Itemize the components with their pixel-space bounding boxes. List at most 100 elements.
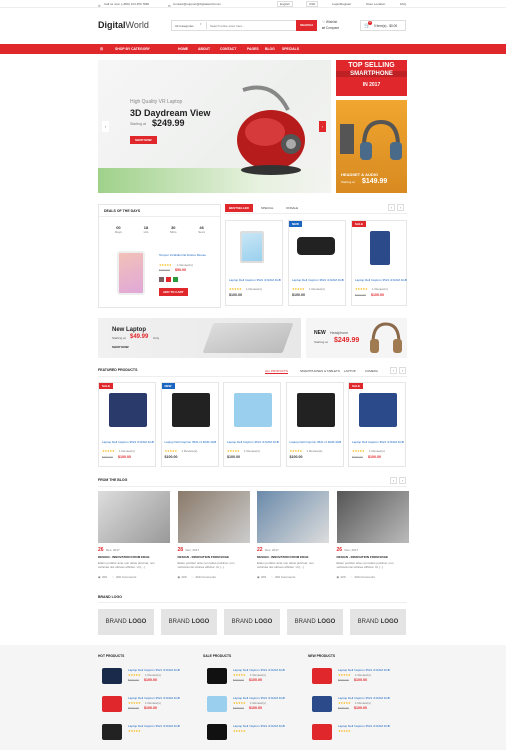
bottom-product-name[interactable]: Laptop Dell Inspiron 3521 i3 RAM 4GB — [128, 724, 198, 728]
nav-about[interactable]: ABOUT — [198, 47, 210, 51]
tab-bestseller[interactable]: BESTSELLER — [225, 204, 253, 212]
bottom-product-image[interactable] — [207, 724, 227, 740]
nav-pages[interactable]: PAGES — [247, 47, 259, 51]
nav-home[interactable]: HOME — [178, 47, 188, 51]
blog-image[interactable] — [336, 491, 409, 543]
blog-post[interactable]: 26 Dec, 2017 DESIGN - INNOVATION FROM EDGE… — [336, 491, 409, 583]
carousel-prev[interactable]: ‹ — [388, 204, 395, 211]
reviews: 1 Review(s) — [246, 287, 262, 291]
blog-image[interactable] — [177, 491, 250, 543]
product-name[interactable]: Laptop Dell Inspiron 3521 i3 RAM 4GB — [292, 278, 344, 282]
logo[interactable]: DigitalWorld — [98, 20, 149, 30]
slider-prev-arrow[interactable]: ‹ — [102, 121, 109, 132]
blog-post-title[interactable]: DESIGN - INNOVATION FROM EDGE — [98, 555, 150, 559]
slider-next-arrow[interactable]: › — [319, 121, 326, 132]
bottom-product-name[interactable]: Laptop Dell Inspiron 3521 i3 RAM 4GB — [233, 696, 303, 700]
headphone-banner[interactable]: NEW Headphone Starting at $249.99 — [306, 318, 407, 358]
tab-smartphones[interactable]: SMARTPHONES & TABLETS — [300, 369, 340, 373]
carousel-next[interactable]: › — [397, 204, 404, 211]
blog-next[interactable]: › — [399, 477, 406, 484]
brand-logo[interactable]: BRAND LOGO — [98, 609, 154, 635]
shop-by-category[interactable]: SHOP BY CATEGORY — [115, 47, 150, 51]
tab-camera[interactable]: CAMERA — [365, 369, 378, 373]
headset-audio-banner[interactable]: HEADSET & AUDIO Starting at $149.99 — [336, 100, 407, 193]
blog-post-title[interactable]: DESIGN - INNOVATION FROM EDGE — [257, 555, 309, 559]
deal-product-image[interactable] — [117, 251, 145, 295]
top-selling-banner[interactable]: TOP SELLING SMARTPHONE IN 2017 — [336, 60, 407, 96]
bottom-product-name[interactable]: Laptop Dell Inspiron 3521 i3 RAM 4GB — [338, 724, 408, 728]
blog-image[interactable] — [98, 491, 170, 543]
featured-next[interactable]: › — [399, 367, 406, 374]
brand-logo[interactable]: BRAND LOGO — [350, 609, 406, 635]
product-card[interactable]: Laptop Dell Inspiron 3521 i3 RAM 4GB ★★★… — [225, 220, 283, 306]
tab-all-products[interactable]: ALL PRODUCTS — [265, 369, 288, 374]
rating-stars: ★★★★★ — [227, 449, 240, 453]
bottom-product-image[interactable] — [102, 668, 122, 684]
blog-post[interactable]: 28 Dec, 2017 DESIGN - INNOVATION FROM EDGE… — [177, 491, 250, 583]
product-card[interactable]: Laptop Dell Inspiron 3521 i3 RAM 4GB ★★★★… — [285, 382, 344, 467]
add-to-cart-button[interactable]: ADD TO CART — [159, 288, 188, 296]
product-card[interactable]: Laptop Dell Inspiron 3521 i3 RAM 4GB ★★★★… — [223, 382, 281, 467]
featured-prev[interactable]: ‹ — [390, 367, 397, 374]
brand-logo[interactable]: BRAND LOGO — [161, 609, 217, 635]
blog-post-title[interactable]: DESIGN - INNOVATION FROM EDGE — [337, 555, 389, 559]
currency-select[interactable]: USD — [306, 1, 319, 7]
bottom-product-name[interactable]: Laptop Dell Inspiron 3521 i3 RAM 4GB — [128, 696, 198, 700]
bottom-product-image[interactable] — [102, 724, 122, 740]
product-name[interactable]: Laptop Dell Inspiron 3521 i3 RAM 4GB — [102, 440, 154, 444]
bottom-product-image[interactable] — [312, 724, 332, 740]
brand-logo[interactable]: BRAND LOGO — [224, 609, 280, 635]
blog-image[interactable] — [257, 491, 329, 543]
product-card[interactable]: SALE Laptop Dell Inspiron 3521 i3 RAM 4GB… — [348, 382, 406, 467]
email-link[interactable]: Contact@support@digitalworld.com — [173, 2, 221, 6]
login-link[interactable]: Login/Register — [332, 2, 351, 6]
new-laptop-banner[interactable]: New Laptop Starting at $49.99 Only SHOP … — [98, 318, 301, 358]
nav-specials[interactable]: SPECIALS — [282, 47, 299, 51]
product-name[interactable]: Laptop Dell Inspiron 3521 i3 RAM 4GB — [229, 278, 281, 282]
product-name[interactable]: Laptop Dell Inspiron 3521 i3 RAM 4GB — [290, 440, 342, 444]
product-card[interactable]: NEW Laptop Dell Inspiron 3521 i3 RAM 4GB… — [288, 220, 346, 306]
bottom-product-name[interactable]: Laptop Dell Inspiron 3521 i3 RAM 4GB — [338, 668, 408, 672]
search-button[interactable]: SEARCH — [296, 20, 317, 31]
store-location-link[interactable]: Store Location — [366, 2, 385, 6]
bottom-product-name[interactable]: Laptop Dell Inspiron 3521 i3 RAM 4GB — [338, 696, 408, 700]
color-swatch[interactable] — [173, 277, 178, 282]
bottom-product-name[interactable]: Laptop Dell Inspiron 3521 i3 RAM 4GB — [128, 668, 198, 672]
bottom-product-image[interactable] — [102, 696, 122, 712]
product-card[interactable]: NEW Laptop Dell Inspiron 3521 i3 RAM 4GB ★… — [160, 382, 219, 467]
blog-post[interactable]: 22 Dec, 2017 DESIGN - INNOVATION FROM EDGE… — [257, 491, 329, 583]
product-card[interactable]: SALE Laptop Dell Inspiron 3521 i3 RAM 4G… — [351, 220, 407, 306]
product-name[interactable]: Laptop Dell Inspiron 3521 i3 RAM 4GB — [165, 440, 217, 444]
bottom-product-image[interactable] — [207, 668, 227, 684]
color-swatch[interactable] — [166, 277, 171, 282]
laptop-banner-shop-now[interactable]: SHOP NOW — [112, 345, 129, 349]
brand-logo[interactable]: BRAND LOGO — [287, 609, 343, 635]
tab-special[interactable]: SPECIAL — [261, 206, 274, 210]
search-input[interactable] — [206, 22, 292, 29]
bottom-product-name[interactable]: Laptop Dell Inspiron 3521 i3 RAM 4GB — [233, 724, 303, 728]
bottom-product-image[interactable] — [312, 696, 332, 712]
faq-link[interactable]: FAQ — [400, 2, 406, 6]
blog-prev[interactable]: ‹ — [390, 477, 397, 484]
bottom-product-image[interactable] — [312, 668, 332, 684]
category-select[interactable]: All Categories — [175, 24, 194, 28]
cart-button[interactable]: 🛒 0 0 item(s) - $0.00 — [360, 20, 406, 31]
color-swatch[interactable] — [159, 277, 164, 282]
product-name[interactable]: Laptop Dell Inspiron 3521 i3 RAM 4GB — [227, 440, 279, 444]
nav-contact[interactable]: CONTACT — [220, 47, 236, 51]
tab-onsale[interactable]: ONSALE — [286, 206, 298, 210]
deal-product-name[interactable]: Tempor Incididunt Et Dolore Mouse — [159, 253, 219, 257]
bottom-product-name[interactable]: Laptop Dell Inspiron 3521 i3 RAM 4GB — [233, 668, 303, 672]
bottom-product-image[interactable] — [207, 696, 227, 712]
laptop-banner-starting: Starting at — [112, 336, 126, 340]
product-name[interactable]: Laptop Dell Inspiron 3521 i3 RAM 4GB — [352, 440, 404, 444]
hero-shop-now-button[interactable]: SHOP NOW — [130, 136, 157, 144]
nav-blog[interactable]: BLOG — [265, 47, 275, 51]
blog-post-title[interactable]: DESIGN - INNOVATION FROM EDGE — [178, 555, 230, 559]
blog-post[interactable]: 26 Dec, 2017 DESIGN - INNOVATION FROM EDGE… — [98, 491, 170, 583]
product-name[interactable]: Laptop Dell Inspiron 3521 i3 RAM 4GB — [355, 278, 407, 282]
compare-link[interactable]: ⇄ Compare — [322, 25, 339, 31]
language-select[interactable]: English — [277, 1, 293, 7]
tab-laptop[interactable]: LAPTOP — [344, 369, 356, 373]
product-card[interactable]: SALE Laptop Dell Inspiron 3521 i3 RAM 4GB… — [98, 382, 156, 467]
